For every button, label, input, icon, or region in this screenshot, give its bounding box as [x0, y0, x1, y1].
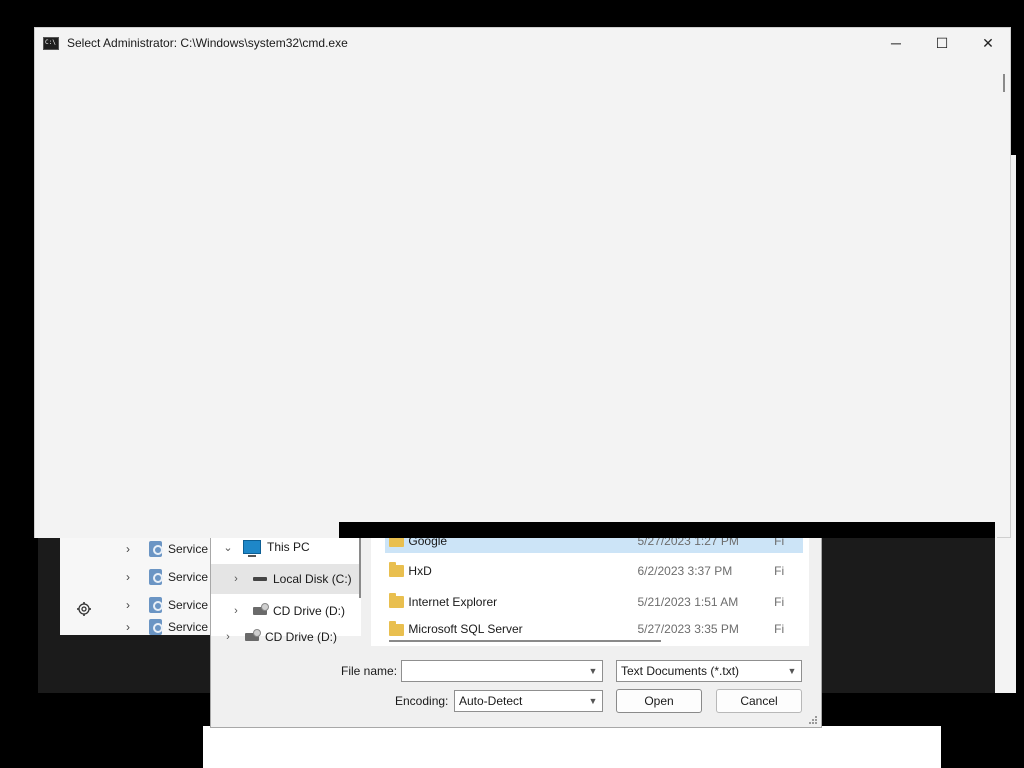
- service-label: Service: [167, 570, 208, 584]
- open-button[interactable]: Open: [616, 689, 702, 713]
- folder-icon: [389, 562, 405, 577]
- cd-icon: [253, 603, 269, 615]
- folder-icon: [389, 593, 405, 608]
- file-date: 5/21/2023 1:51 AM: [637, 595, 739, 609]
- cd-icon: [245, 629, 261, 641]
- file-name: Microsoft SQL Server: [408, 622, 523, 636]
- file-type-select[interactable]: Text Documents (*.txt) ▼: [616, 660, 802, 682]
- file-name-combobox[interactable]: ▼: [401, 660, 603, 682]
- file-list: Google 5/27/2023 1:27 PM Fi HxD 6/2/2023…: [371, 536, 809, 646]
- navigation-pane: ⌄ This PC › Local Disk (C:) › CD Drive (…: [211, 536, 361, 644]
- file-date: 5/27/2023 3:35 PM: [637, 622, 739, 636]
- file-row[interactable]: Microsoft SQL Server 5/27/2023 3:35 PM F…: [385, 620, 803, 636]
- service-label: Service: [167, 542, 208, 556]
- file-name: Internet Explorer: [408, 595, 498, 609]
- file-type: Fi: [774, 622, 785, 636]
- chevron-down-icon[interactable]: ▼: [584, 666, 602, 676]
- chevron-down-icon[interactable]: ⌄: [221, 541, 235, 554]
- nav-item-label: This PC: [267, 540, 310, 554]
- chevron-right-icon[interactable]: ›: [221, 631, 235, 643]
- console-scrollbar[interactable]: [1003, 74, 1005, 92]
- cmd-window: Select Administrator: C:\Windows\system3…: [34, 27, 1011, 538]
- chevron-right-icon[interactable]: ›: [126, 598, 137, 612]
- file-row[interactable]: HxD 6/2/2023 3:37 PM Fi: [385, 559, 803, 583]
- encoding-select[interactable]: Auto-Detect ▼: [454, 690, 603, 712]
- chevron-down-icon[interactable]: ▼: [584, 696, 602, 706]
- cancel-button[interactable]: Cancel: [716, 689, 802, 713]
- service-item[interactable]: › Service: [60, 535, 208, 563]
- background-window-body: [203, 726, 941, 768]
- title-bar[interactable]: Select Administrator: C:\Windows\system3…: [35, 28, 1010, 58]
- resize-grip-icon[interactable]: [808, 714, 818, 724]
- service-gear-icon: [149, 569, 163, 585]
- nav-item-label: CD Drive (D:): [265, 630, 337, 644]
- close-button[interactable]: ✕: [965, 28, 1011, 58]
- file-row[interactable]: Internet Explorer 5/21/2023 1:51 AM Fi: [385, 590, 803, 614]
- window-title: Select Administrator: C:\Windows\system3…: [67, 36, 348, 50]
- disk-icon: [253, 577, 267, 581]
- open-file-dialog: ⌄ This PC › Local Disk (C:) › CD Drive (…: [210, 535, 822, 728]
- file-type-value: Text Documents (*.txt): [621, 664, 740, 678]
- nav-item-label: CD Drive (D:): [273, 604, 345, 618]
- nav-scrollbar[interactable]: [359, 536, 361, 598]
- nav-item-cd-drive[interactable]: › CD Drive (D:): [211, 628, 359, 646]
- nav-item-local-disk[interactable]: › Local Disk (C:): [211, 564, 359, 594]
- chevron-down-icon[interactable]: ▼: [783, 666, 801, 676]
- service-gear-icon: [149, 597, 163, 613]
- chevron-right-icon[interactable]: ›: [126, 570, 137, 584]
- pc-icon: [243, 540, 261, 557]
- service-gear-icon: [149, 619, 163, 635]
- nav-item-cd-drive[interactable]: › CD Drive (D:): [211, 596, 359, 626]
- file-type: Fi: [774, 564, 785, 578]
- file-type: Fi: [774, 595, 785, 609]
- horizontal-scrollbar[interactable]: [389, 640, 661, 642]
- service-label: Service: [167, 598, 208, 612]
- maximize-button[interactable]: ☐: [919, 28, 965, 58]
- chevron-right-icon[interactable]: ›: [126, 620, 137, 634]
- file-row[interactable]: Google 5/27/2023 1:27 PM Fi: [385, 536, 803, 553]
- encoding-label: Encoding:: [395, 694, 449, 708]
- file-name: HxD: [408, 564, 432, 578]
- nav-item-label: Local Disk (C:): [273, 572, 352, 586]
- console-area[interactable]: [35, 58, 997, 538]
- chevron-right-icon[interactable]: ›: [229, 573, 243, 585]
- file-date: 6/2/2023 3:37 PM: [637, 564, 733, 578]
- service-item[interactable]: › Service: [60, 563, 208, 591]
- minimize-button[interactable]: ─: [873, 28, 919, 58]
- rendering-artifact: [339, 522, 995, 538]
- service-label: Service: [167, 620, 208, 634]
- encoding-value: Auto-Detect: [459, 694, 523, 708]
- service-gear-icon: [149, 541, 163, 557]
- file-name-label: File name:: [341, 664, 398, 678]
- gear-icon[interactable]: [76, 601, 92, 617]
- chevron-right-icon[interactable]: ›: [229, 605, 243, 617]
- chevron-right-icon[interactable]: ›: [126, 542, 137, 556]
- folder-icon: [389, 621, 405, 636]
- cmd-icon: [43, 36, 59, 50]
- service-item[interactable]: › Service: [60, 619, 208, 635]
